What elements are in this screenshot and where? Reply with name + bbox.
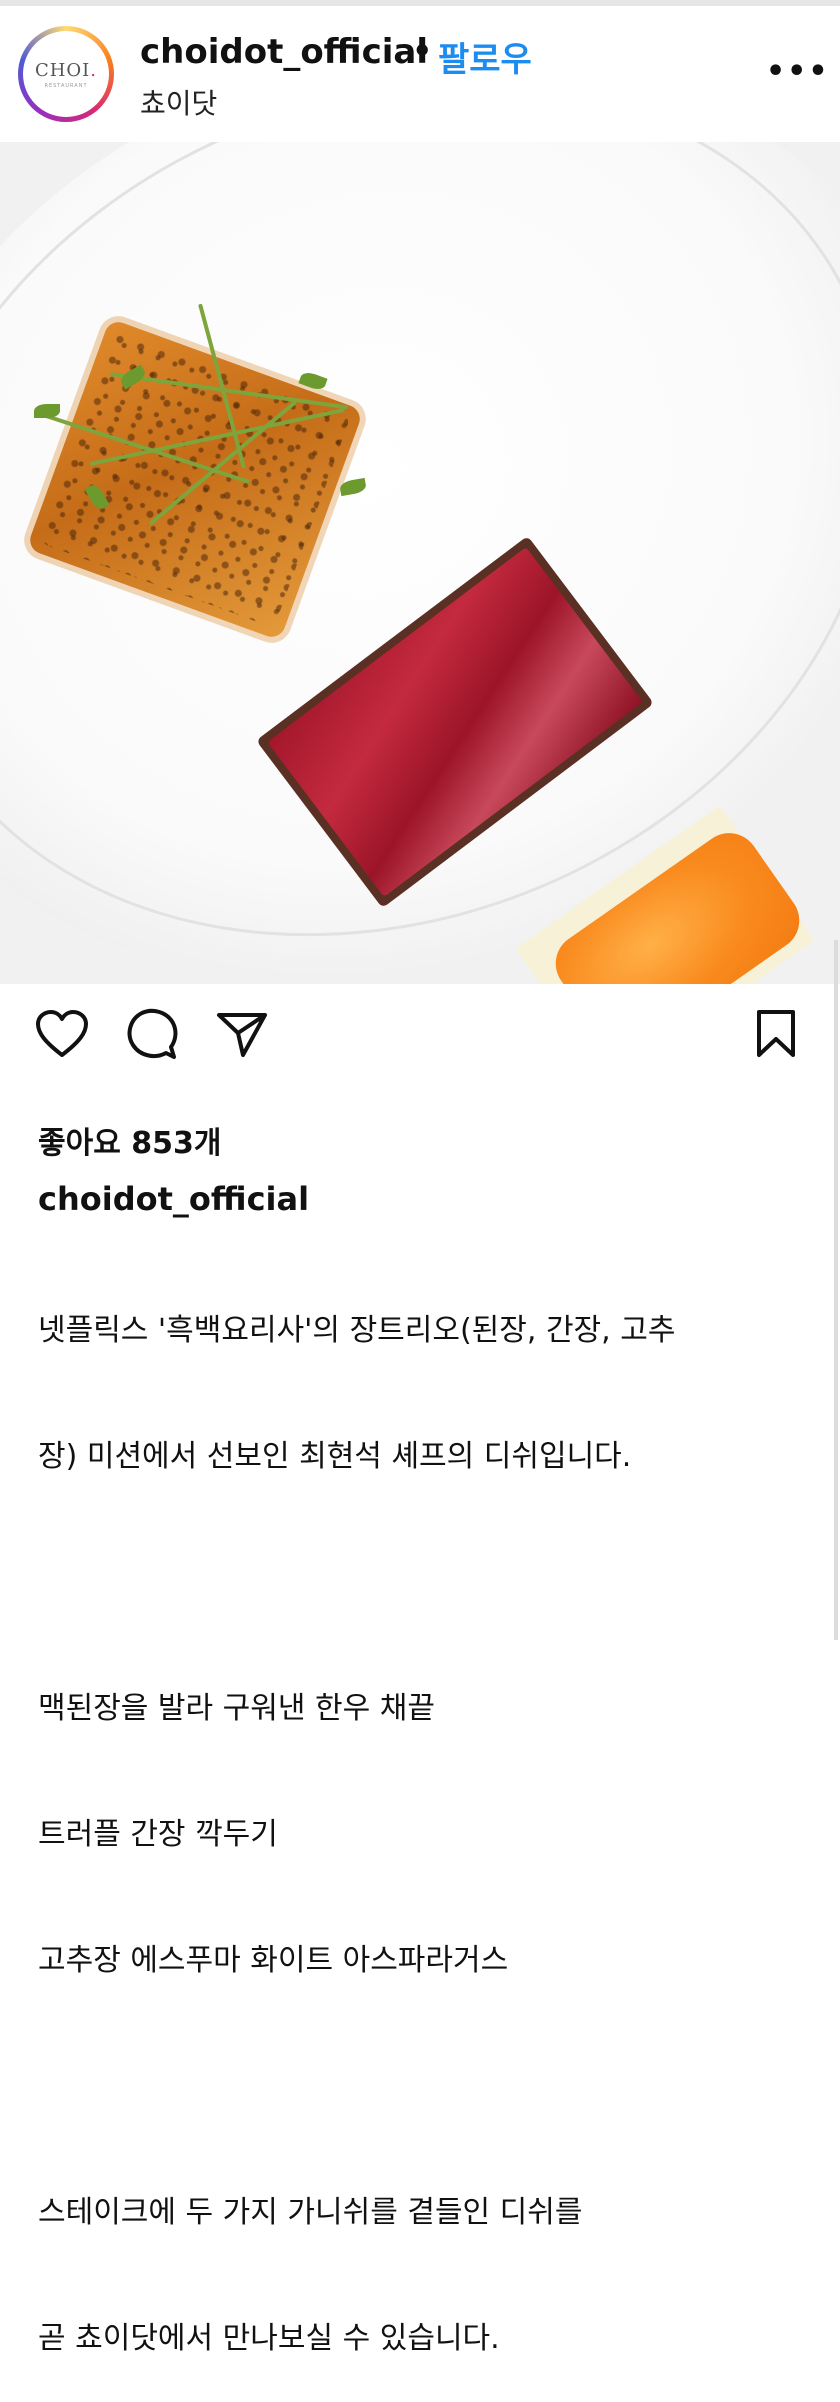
caption-line: 스테이크에 두 가지 가니쉬를 곁들인 디쉬를 <box>38 2195 583 2230</box>
caption-text: 넷플릭스 '흑백요리사'의 장트리오(된장, 간장, 고추 장) 미션에서 선보… <box>38 1226 808 2402</box>
avatar-logo: CHOI. RESTAURANT <box>23 31 109 117</box>
follow-button[interactable]: 팔로우 <box>438 32 532 81</box>
caption-line: 고추장 에스푸마 화이트 아스파라거스 <box>38 1943 509 1978</box>
comment-icon <box>127 1008 178 1059</box>
avatar-logo-subtext: RESTAURANT <box>44 82 88 89</box>
caption-line: 곧 쵸이닷에서 만나보실 수 있습니다. <box>38 2321 500 2356</box>
action-bar <box>0 984 840 1074</box>
caption-line: 장) 미션에서 선보인 최현석 셰프의 디쉬입니다. <box>38 1439 632 1474</box>
caption-line <box>38 1562 808 1604</box>
avatar[interactable]: CHOI. RESTAURANT <box>18 26 114 122</box>
heart-icon <box>36 1010 88 1057</box>
caption-line: 넷플릭스 '흑백요리사'의 장트리오(된장, 간장, 고추 <box>38 1313 676 1348</box>
save-button[interactable] <box>748 1006 804 1062</box>
caption-line: 맥된장을 발라 구워낸 한우 채끝 <box>38 1691 435 1726</box>
like-button[interactable] <box>34 1006 90 1062</box>
caption-line <box>38 2066 808 2108</box>
more-icon: ••• <box>766 54 830 89</box>
caption-line: 트러플 간장 깍두기 <box>38 1817 278 1852</box>
avatar-logo-text: CHOI <box>34 59 91 81</box>
scrollbar[interactable] <box>834 940 838 1640</box>
send-icon <box>217 1013 267 1057</box>
avatar-logo-dot: . <box>90 59 98 81</box>
bookmark-icon <box>757 1010 795 1057</box>
post-header: CHOI. RESTAURANT choidot_official • 팔로우 … <box>0 6 840 142</box>
comment-button[interactable] <box>124 1006 180 1062</box>
caption-username[interactable]: choidot_official <box>38 1180 309 1218</box>
likes-count[interactable]: 좋아요 853개 <box>38 1118 221 1162</box>
post-username[interactable]: choidot_official <box>140 32 428 72</box>
share-button[interactable] <box>214 1006 270 1062</box>
more-options-button[interactable]: ••• <box>766 54 830 89</box>
post-subtitle[interactable]: 쵸이닷 <box>140 82 217 122</box>
separator-dot: • <box>412 32 433 70</box>
post-photo[interactable] <box>0 142 840 984</box>
leaf <box>34 404 60 418</box>
